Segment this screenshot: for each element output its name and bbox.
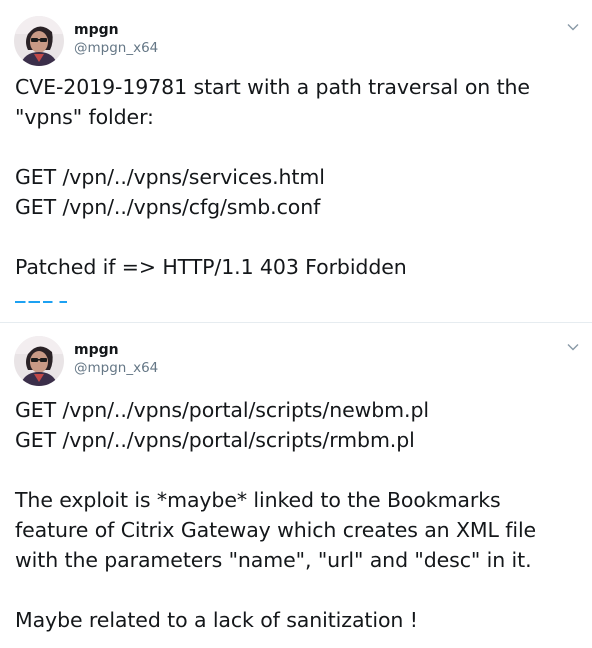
display-name[interactable]: mpgn bbox=[74, 342, 119, 358]
tweet-2[interactable]: mpgn @mpgn_x64 GET /vpn/../vpns/portal/s… bbox=[0, 323, 592, 648]
tweet-line bbox=[15, 575, 580, 605]
translate-link-fragment[interactable] bbox=[15, 300, 67, 303]
tweet-line: CVE-2019-19781 start with a path travers… bbox=[15, 75, 530, 99]
user-handle[interactable]: @mpgn_x64 bbox=[74, 360, 158, 376]
tweet-line: feature of Citrix Gateway which creates … bbox=[15, 518, 537, 542]
tweet-line: The exploit is *maybe* linked to the Boo… bbox=[15, 488, 501, 512]
tweet-line: GET /vpn/../vpns/services.html bbox=[15, 165, 325, 189]
tweet-line: GET /vpn/../vpns/portal/scripts/rmbm.pl bbox=[15, 428, 415, 452]
tweet-line bbox=[15, 455, 580, 485]
tweet-line bbox=[15, 222, 580, 252]
tweet-line bbox=[15, 132, 580, 162]
tweet-1[interactable]: mpgn @mpgn_x64 CVE-2019-19781 start with… bbox=[0, 0, 592, 322]
tweet-line: with the parameters "name", "url" and "d… bbox=[15, 548, 532, 572]
tweet-line: Maybe related to a lack of sanitization … bbox=[15, 608, 418, 632]
tweet-line: GET /vpn/../vpns/cfg/smb.conf bbox=[15, 195, 321, 219]
tweet-line: "vpns" folder: bbox=[15, 105, 154, 129]
tweet-line: Patched if => HTTP/1.1 403 Forbidden bbox=[15, 255, 407, 279]
tweet-text: GET /vpn/../vpns/portal/scripts/newbm.pl… bbox=[15, 395, 580, 635]
chevron-down-icon[interactable] bbox=[566, 20, 580, 34]
user-handle[interactable]: @mpgn_x64 bbox=[74, 40, 158, 56]
chevron-down-icon[interactable] bbox=[566, 340, 580, 354]
tweet-text: CVE-2019-19781 start with a path travers… bbox=[15, 72, 580, 282]
avatar[interactable] bbox=[14, 336, 64, 386]
avatar-photo bbox=[14, 336, 64, 386]
avatar[interactable] bbox=[14, 16, 64, 66]
tweet-line: GET /vpn/../vpns/portal/scripts/newbm.pl bbox=[15, 398, 429, 422]
avatar-photo bbox=[14, 16, 64, 66]
display-name[interactable]: mpgn bbox=[74, 22, 119, 38]
